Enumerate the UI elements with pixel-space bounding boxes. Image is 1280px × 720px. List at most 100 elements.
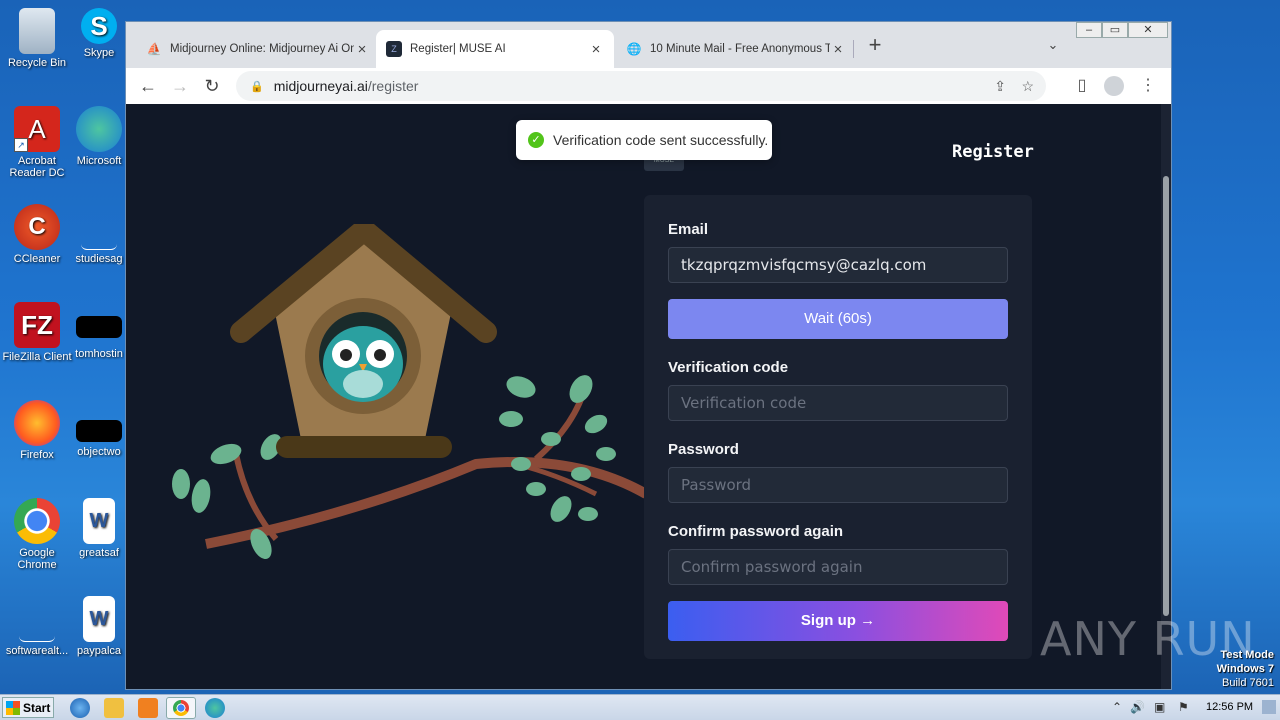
verification-code-field[interactable]: Verification code: [668, 385, 1008, 421]
desktop-icon-paypalca[interactable]: W paypalca: [74, 596, 124, 657]
desktop-icon-label: Skype: [83, 47, 115, 59]
windows-version-line: Windows 7: [1216, 663, 1274, 675]
share-icon[interactable]: ⇪: [994, 78, 1006, 95]
tab-register-muse[interactable]: Z Register| MUSE AI ×: [376, 30, 614, 68]
clock[interactable]: 12:56 PM: [1206, 701, 1253, 713]
browser-toolbar: ← → ↻ 🔒 midjourneyai.ai/register ⇪ ☆ ▯ ⋮: [126, 68, 1171, 104]
confirm-password-field[interactable]: Confirm password again: [668, 549, 1008, 585]
desktop-icon-objectwo[interactable]: objectwo: [74, 400, 124, 458]
confirm-password-label: Confirm password again: [668, 523, 844, 540]
desktop-icon-label: Acrobat Reader DC: [9, 155, 65, 179]
desktop-icon-recycle-bin[interactable]: Recycle Bin: [0, 8, 74, 69]
desktop-icon-chrome[interactable]: Google Chrome: [0, 498, 74, 571]
taskbar-chrome-button[interactable]: [166, 697, 196, 719]
toast-message: Verification code sent successfully.: [553, 132, 769, 148]
tab-title: Register| MUSE AI: [410, 43, 506, 55]
email-field[interactable]: tkzqprqzmvisfqcmsy@cazlq.com: [668, 247, 1008, 283]
network-icon[interactable]: ▣: [1154, 700, 1165, 714]
desktop-icon-label: softwarealt...: [5, 645, 69, 657]
menu-kebab-icon[interactable]: ⋮: [1136, 74, 1160, 98]
word-doc-icon: W: [83, 596, 115, 642]
desktop-icon-greatsaf[interactable]: W greatsaf: [74, 498, 124, 559]
tab-separator: [853, 40, 854, 58]
desktop-icon-ccleaner[interactable]: C CCleaner: [0, 204, 74, 265]
firefox-icon: [14, 400, 60, 446]
chrome-icon: [14, 498, 60, 544]
desktop-icon-filezilla[interactable]: FZ FileZilla Client: [0, 302, 74, 363]
register-form: Email tkzqprqzmvisfqcmsy@cazlq.com Wait …: [644, 195, 1032, 659]
acrobat-icon: A ↗: [14, 106, 60, 152]
desktop-icon-label: Google Chrome: [17, 547, 57, 571]
start-button[interactable]: Start: [2, 697, 54, 718]
desktop-icon-label: tomhostin: [75, 348, 123, 360]
email-label: Email: [668, 221, 709, 238]
tab-10-minute-mail[interactable]: 🌐 10 Minute Mail - Free Anonymous Ter ×: [616, 30, 856, 68]
star-icon[interactable]: ☆: [1021, 78, 1034, 95]
muse-icon: Z: [386, 41, 402, 57]
close-window-button[interactable]: ✕: [1128, 22, 1168, 38]
close-icon[interactable]: ×: [354, 41, 370, 58]
windows-logo-icon: [6, 700, 20, 715]
close-icon[interactable]: ×: [588, 41, 604, 58]
chevron-down-icon[interactable]: ⌄: [1041, 33, 1065, 57]
password-field[interactable]: Password: [668, 467, 1008, 503]
page-title: Register: [952, 142, 1034, 162]
ccleaner-icon: C: [14, 204, 60, 250]
close-icon[interactable]: ×: [830, 41, 846, 58]
desktop-icon-label: CCleaner: [13, 253, 61, 265]
url-path: /register: [367, 78, 419, 94]
desktop-icon-label: studiesag: [75, 253, 123, 265]
word-doc-icon: W: [83, 498, 115, 544]
taskbar: Start ⌃ 🔊 ▣ ⚑ 12:56 PM: [0, 694, 1280, 720]
sign-up-button[interactable]: Sign up →: [668, 601, 1008, 641]
tab-title: 10 Minute Mail - Free Anonymous Ter: [650, 43, 830, 55]
volume-icon[interactable]: 🔊: [1130, 700, 1145, 714]
desktop-icon-acrobat[interactable]: A ↗ Acrobat Reader DC: [0, 106, 74, 179]
media-player-icon[interactable]: [138, 698, 158, 718]
address-bar[interactable]: 🔒 midjourneyai.ai/register ⇪ ☆: [236, 71, 1046, 101]
file-icon: [76, 316, 122, 338]
recycle-bin-icon: [19, 8, 55, 54]
tab-bar: ⛵ Midjourney Online: Midjourney Ai On × …: [126, 22, 1171, 68]
forward-icon[interactable]: →: [168, 74, 192, 98]
desktop-icon-softwarealt[interactable]: softwarealt...: [0, 596, 74, 657]
reload-icon[interactable]: ↻: [200, 74, 224, 98]
password-label: Password: [668, 441, 739, 458]
desktop-icon-edge[interactable]: Microsoft: [74, 106, 124, 167]
desktop-icon-skype[interactable]: S Skype: [74, 8, 124, 59]
tab-midjourney[interactable]: ⛵ Midjourney Online: Midjourney Ai On ×: [136, 30, 380, 68]
desktop-icon-label: FileZilla Client: [2, 351, 72, 363]
desktop-icon-label: objectwo: [77, 446, 121, 458]
desktop-icon-label: Firefox: [20, 449, 54, 461]
desktop-icon-tomhostin[interactable]: tomhostin: [74, 302, 124, 360]
maximize-button[interactable]: ▭: [1102, 22, 1128, 38]
build-line: Build 7601: [1222, 677, 1274, 689]
back-icon[interactable]: ←: [136, 74, 160, 98]
flag-icon[interactable]: ⚑: [1178, 700, 1189, 714]
minimize-button[interactable]: –: [1076, 22, 1102, 38]
tab-title: Midjourney Online: Midjourney Ai On: [170, 43, 354, 55]
profile-icon[interactable]: [1102, 74, 1126, 98]
scrollbar-thumb[interactable]: [1163, 176, 1169, 616]
explorer-icon[interactable]: [104, 698, 124, 718]
page-content: MUSE Register ✓ Verification code sent s…: [126, 104, 1171, 689]
globe-icon: 🌐: [626, 42, 642, 56]
chrome-icon: [173, 700, 189, 716]
side-panel-icon[interactable]: ▯: [1070, 74, 1094, 98]
show-desktop-button[interactable]: [1262, 700, 1276, 714]
browser-window: ⛵ Midjourney Online: Midjourney Ai On × …: [125, 21, 1172, 690]
success-toast: ✓ Verification code sent successfully.: [516, 120, 772, 160]
new-tab-button[interactable]: +: [863, 33, 887, 57]
send-code-button[interactable]: Wait (60s): [668, 299, 1008, 339]
desktop-icon-firefox[interactable]: Firefox: [0, 400, 74, 461]
file-icon: [19, 596, 55, 642]
page-scrollbar[interactable]: [1161, 104, 1171, 689]
lock-icon: 🔒: [250, 80, 264, 93]
test-mode-line: Test Mode: [1220, 649, 1274, 661]
edge-icon[interactable]: [205, 698, 225, 718]
tray-expand-icon[interactable]: ⌃: [1112, 700, 1122, 714]
ie-icon[interactable]: [70, 698, 90, 718]
edge-icon: [76, 106, 122, 152]
desktop-icon-label: Recycle Bin: [7, 57, 67, 69]
desktop-icon-studiesag[interactable]: studiesag: [74, 204, 124, 265]
